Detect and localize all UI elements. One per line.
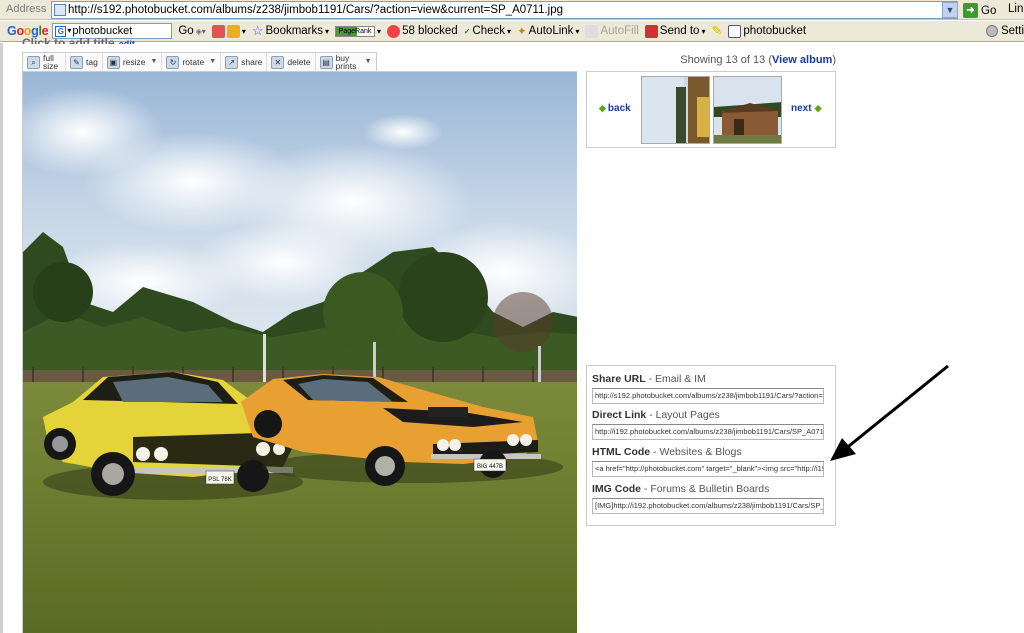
send-to-button[interactable]: Send to ▾ (644, 24, 705, 38)
share-url-row: Share URL - Email & IM http://s192.photo… (592, 373, 830, 404)
search-page-icon (728, 24, 742, 38)
go-arrow-icon: ➜ (963, 3, 978, 18)
img-code-row: IMG Code - Forums & Bulletin Boards [IMG… (592, 483, 830, 514)
address-label: Address (6, 3, 47, 15)
address-dropdown-icon[interactable]: ▼ (942, 2, 958, 18)
html-code-field[interactable]: <a href="http://photobucket.com" target=… (592, 461, 824, 477)
direct-link-row: Direct Link - Layout Pages http://i192.p… (592, 409, 830, 440)
google-toolbar: Google G ▾ photobucket Go ◈▾ ▾ ☆ Bookmarks… (0, 21, 1024, 42)
send-to-icon (644, 24, 658, 38)
address-bar: Address http://s192.photobucket.com/albu… (0, 0, 1024, 20)
autolink-icon: ✦ (517, 26, 527, 38)
share-url-field[interactable]: http://s192.photobucket.com/albums/z238/… (592, 388, 824, 404)
google-go-button[interactable]: Go ◈▾ (178, 25, 206, 37)
delete-button[interactable]: ✕ delete (267, 53, 316, 71)
rotate-icon: ↻ (166, 55, 180, 69)
next-link[interactable]: next ◆ (791, 103, 821, 114)
google-search-badge-icon: G (55, 25, 67, 37)
trash-icon: ✕ (271, 55, 285, 69)
car-photo-image: PSL 78K BIG 447B (23, 72, 577, 633)
img-code-field[interactable]: [IMG]http://i192.photobucket.com/albums/… (592, 498, 824, 514)
highlighter-icon: ✎ (711, 23, 723, 38)
rotate-dropdown-icon: ▼ (209, 58, 217, 65)
thumbnail-previous[interactable] (641, 76, 710, 144)
tag-button[interactable]: ✎ tag (66, 53, 103, 71)
go-label: Go (981, 4, 997, 17)
autofill-icon (585, 24, 599, 38)
main-photo[interactable]: PSL 78K BIG 447B (22, 71, 577, 633)
popup-blocker-icon (387, 24, 401, 38)
left-border (0, 43, 3, 633)
printer-icon: ▤ (319, 55, 333, 69)
spellcheck-button[interactable]: ✓ Check ▾ (464, 25, 511, 37)
direct-link-field[interactable]: http://i192.photobucket.com/albums/z238/… (592, 424, 824, 440)
spellcheck-icon: ✓ (463, 26, 471, 36)
share-button[interactable]: ↗ share (221, 53, 268, 71)
showing-count: Showing 13 of 13 (View album) (680, 54, 836, 66)
resize-dropdown-icon: ▼ (150, 58, 158, 65)
toolbar-options-button[interactable]: ▾ (211, 24, 246, 38)
star-icon: ☆ (251, 23, 264, 38)
rotate-button[interactable]: ↻ rotate ▼ (162, 53, 222, 71)
url-input[interactable]: http://s192.photobucket.com/albums/z238/… (51, 1, 958, 19)
plate-left-text: PSL 78K (208, 477, 231, 483)
links-label[interactable]: Lin (1008, 3, 1023, 15)
thumbnail-current[interactable] (713, 76, 782, 144)
annotation-arrow-icon (830, 364, 949, 461)
search-term-button[interactable]: photobucket (728, 24, 806, 38)
resize-icon: ▣ (106, 55, 120, 69)
bookmarks-button[interactable]: ☆ Bookmarks ▾ (252, 23, 329, 39)
go-button[interactable]: ➜ Go (963, 2, 996, 19)
next-arrow-icon: ◆ (814, 103, 822, 113)
popup-blocker-button[interactable]: 58 blocked (387, 24, 458, 38)
url-text: http://s192.photobucket.com/albums/z238/… (68, 4, 564, 16)
image-toolbar: ⌕ full size ✎ tag ▣ resize ▼ ↻ rotate ▼ ↗ share… (22, 52, 377, 72)
album-navigation: ◆ back next ◆ (586, 71, 836, 148)
page-icon (54, 4, 66, 16)
edit-title-link[interactable]: edit (119, 39, 135, 44)
plate-right-text: BIG 447B (477, 464, 503, 470)
view-album-link[interactable]: View album (772, 54, 832, 66)
full-size-button[interactable]: ⌕ full size (23, 53, 66, 71)
settings-button[interactable]: Setti (985, 25, 1024, 37)
resize-button[interactable]: ▣ resize ▼ (103, 53, 163, 71)
autofill-button[interactable]: AutoFill (585, 24, 639, 38)
news-icon (226, 24, 240, 38)
gear-icon (985, 25, 998, 37)
pagerank-indicator[interactable]: PageRank ▾ (335, 25, 381, 37)
image-title[interactable]: Click to add title edit (22, 36, 135, 44)
options-icon (211, 24, 225, 38)
buy-prints-button[interactable]: ▤ buy prints ▼ (316, 53, 376, 71)
pagerank-icon: PageRank (335, 25, 376, 37)
html-code-row: HTML Code - Websites & Blogs <a href="ht… (592, 446, 830, 477)
autolink-button[interactable]: ✦ AutoLink ▾ (517, 24, 579, 38)
back-link[interactable]: ◆ back (599, 103, 631, 114)
back-arrow-icon: ◆ (599, 103, 606, 113)
tag-icon: ✎ (70, 55, 83, 69)
share-icon: ↗ (225, 55, 239, 69)
highlight-button[interactable]: ✎ (711, 23, 722, 39)
buy-prints-dropdown-icon: ▼ (364, 58, 372, 65)
magnifier-icon: ⌕ (27, 55, 40, 69)
share-codes-panel: Share URL - Email & IM http://s192.photo… (586, 365, 836, 526)
